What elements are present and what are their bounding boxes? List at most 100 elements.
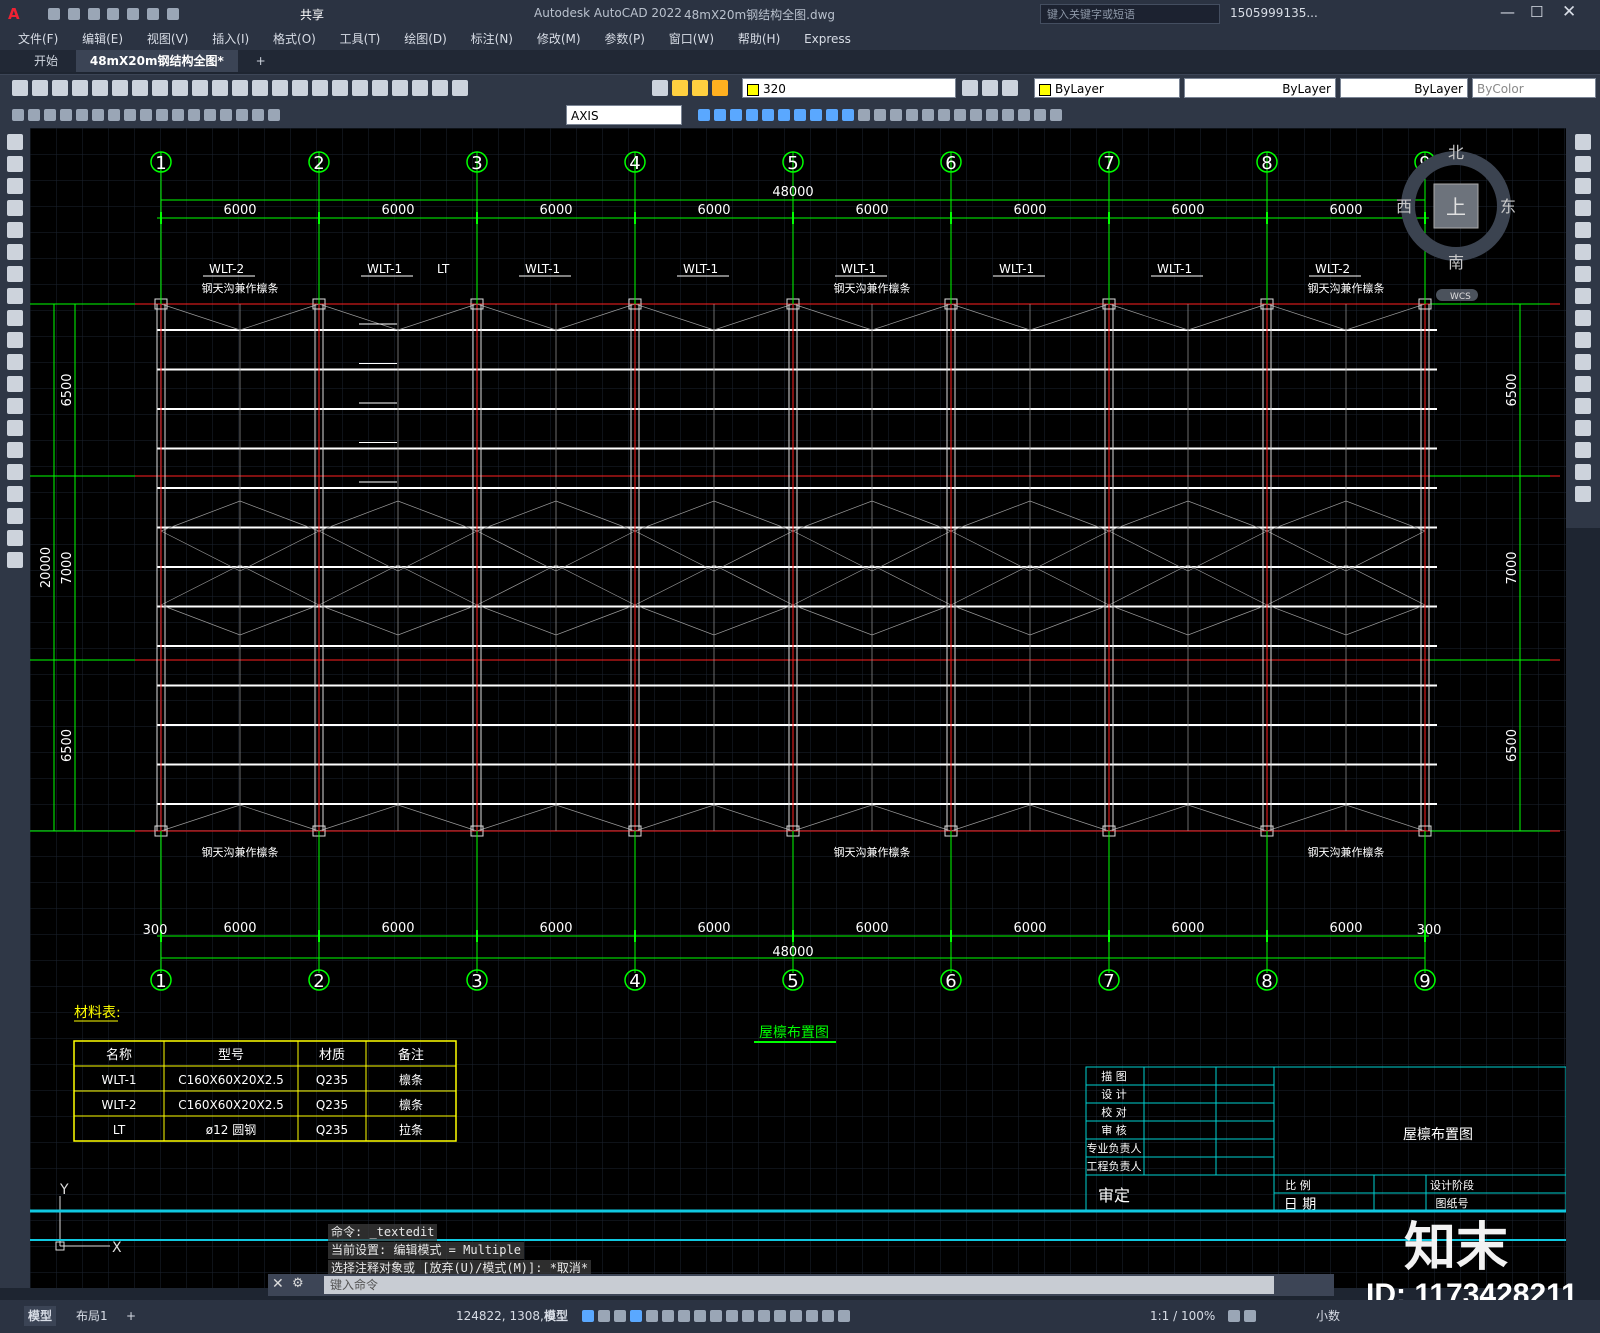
ellipse-icon[interactable] <box>7 332 23 348</box>
make-current-icon[interactable] <box>962 80 978 96</box>
fillet-icon[interactable] <box>1575 442 1591 458</box>
linetype-dropdown[interactable]: ByLayer <box>1184 78 1336 98</box>
command-input[interactable]: 键入命令 <box>324 1276 1274 1294</box>
sheet-set-icon[interactable] <box>392 80 408 96</box>
close-cmd-icon[interactable]: ✕ <box>272 1276 284 1292</box>
redo-icon[interactable] <box>166 7 179 20</box>
line-icon[interactable] <box>7 134 23 150</box>
trim-icon[interactable] <box>1575 332 1591 348</box>
dynamic-ucs-icon[interactable] <box>774 1309 786 1322</box>
hatch-icon[interactable] <box>7 442 23 458</box>
make-block-icon[interactable] <box>7 398 23 414</box>
tool-palettes-icon[interactable] <box>372 80 388 96</box>
menu-format[interactable]: 格式(O) <box>263 28 326 50</box>
construction-line-icon[interactable] <box>7 156 23 172</box>
dim-update-icon[interactable] <box>268 108 280 121</box>
open-icon[interactable] <box>67 7 80 20</box>
auto-scale-icon[interactable] <box>838 1309 850 1322</box>
paste-icon[interactable] <box>172 80 188 96</box>
rotate-icon[interactable] <box>1575 266 1591 282</box>
ucs-apply-icon[interactable] <box>1050 108 1062 121</box>
menu-express[interactable]: Express <box>794 28 861 50</box>
drawing-svg[interactable]: 6000 6000 6000 6000 6000 6000 6000 6000 48000 600… <box>30 128 1566 1288</box>
plotstyle-dropdown[interactable]: ByColor <box>1472 78 1596 98</box>
ellipse-arc-icon[interactable] <box>7 354 23 370</box>
maximize-icon[interactable]: ☐ <box>1530 3 1543 21</box>
ucs-origin-icon[interactable] <box>954 108 966 121</box>
menu-view[interactable]: 视图(V) <box>137 28 199 50</box>
layer-properties-icon[interactable] <box>652 80 668 96</box>
rectangle-icon[interactable] <box>7 222 23 238</box>
menu-dimension[interactable]: 标注(N) <box>461 28 523 50</box>
autocad-logo-icon[interactable]: A <box>8 5 20 23</box>
menu-modify[interactable]: 修改(M) <box>527 28 591 50</box>
region-icon[interactable] <box>7 486 23 502</box>
view-se-iso-icon[interactable] <box>810 108 822 121</box>
drawing-canvas[interactable]: 6000 6000 6000 6000 6000 6000 6000 6000 48000 600… <box>30 128 1566 1288</box>
dim-ordinate-icon[interactable] <box>60 108 72 121</box>
ucs-zaxis-icon[interactable] <box>970 108 982 121</box>
offset-icon[interactable] <box>1575 200 1591 216</box>
dim-aligned-icon[interactable] <box>28 108 40 121</box>
help-icon[interactable] <box>452 80 468 96</box>
mirror-icon[interactable] <box>1575 178 1591 194</box>
grid-icon[interactable] <box>582 1309 594 1322</box>
copy-icon[interactable] <box>152 80 168 96</box>
layer-dropdown[interactable]: 320 <box>742 78 956 98</box>
annotation-scale[interactable]: 1:1 / 100% <box>1146 1306 1219 1326</box>
text-style-dropdown[interactable]: AXIS <box>566 105 682 125</box>
view-sw-iso-icon[interactable] <box>794 108 806 121</box>
blend-icon[interactable] <box>1575 464 1591 480</box>
insert-block-icon[interactable] <box>7 376 23 392</box>
dim-edit-icon[interactable] <box>252 108 264 121</box>
erase-icon[interactable] <box>1575 134 1591 150</box>
save-icon[interactable] <box>87 7 100 20</box>
inspect-icon[interactable] <box>220 108 232 121</box>
view-back-icon[interactable] <box>778 108 790 121</box>
ucs-3point-icon[interactable] <box>986 108 998 121</box>
annotation-monitor-icon[interactable] <box>1244 1309 1256 1322</box>
selection-cycling-icon[interactable] <box>742 1309 754 1322</box>
new-file-icon[interactable] <box>12 80 28 96</box>
add-selected-icon[interactable] <box>7 552 23 568</box>
annotation-visibility-icon[interactable] <box>822 1309 834 1322</box>
layer-previous-icon[interactable] <box>982 80 998 96</box>
extend-icon[interactable] <box>1575 354 1591 370</box>
ucs-z-icon[interactable] <box>1034 108 1046 121</box>
lineweight-icon[interactable] <box>710 1309 722 1322</box>
layer-on-icon[interactable] <box>672 80 688 96</box>
layer-state-icon[interactable] <box>1002 80 1018 96</box>
ucs-y-icon[interactable] <box>1018 108 1030 121</box>
close-icon[interactable]: ✕ <box>1562 2 1576 22</box>
markup-icon[interactable] <box>412 80 428 96</box>
menu-parametric[interactable]: 参数(P) <box>594 28 655 50</box>
move-icon[interactable] <box>1575 244 1591 260</box>
stretch-icon[interactable] <box>1575 310 1591 326</box>
share-button[interactable]: 共享 <box>300 6 324 23</box>
table-icon[interactable] <box>7 508 23 524</box>
save-as-icon[interactable] <box>107 7 120 20</box>
3d-osnap-icon[interactable] <box>758 1309 770 1322</box>
spline-icon[interactable] <box>7 310 23 326</box>
dim-baseline-icon[interactable] <box>140 108 152 121</box>
ucs-icon[interactable] <box>858 108 870 121</box>
dim-diameter-icon[interactable] <box>92 108 104 121</box>
copy-object-icon[interactable] <box>1575 156 1591 172</box>
view-bottom-icon[interactable] <box>714 108 726 121</box>
selection-filter-icon[interactable] <box>790 1309 802 1322</box>
customize-cmd-icon[interactable]: ⚙ <box>292 1276 304 1291</box>
menu-help[interactable]: 帮助(H) <box>728 28 790 50</box>
undo-toolbar-icon[interactable] <box>212 80 228 96</box>
polar-icon[interactable] <box>646 1309 658 1322</box>
new-tab-button[interactable]: + <box>242 50 280 72</box>
tolerance-icon[interactable] <box>188 108 200 121</box>
match-properties-icon[interactable] <box>192 80 208 96</box>
open-file-icon[interactable] <box>32 80 48 96</box>
join-icon[interactable] <box>1575 398 1591 414</box>
zoom-realtime-icon[interactable] <box>272 80 288 96</box>
gradient-icon[interactable] <box>7 464 23 480</box>
view-ne-iso-icon[interactable] <box>826 108 838 121</box>
ucs-view-icon[interactable] <box>938 108 950 121</box>
ucs-x-icon[interactable] <box>1002 108 1014 121</box>
model-space-button[interactable]: 模型 <box>540 1306 572 1326</box>
